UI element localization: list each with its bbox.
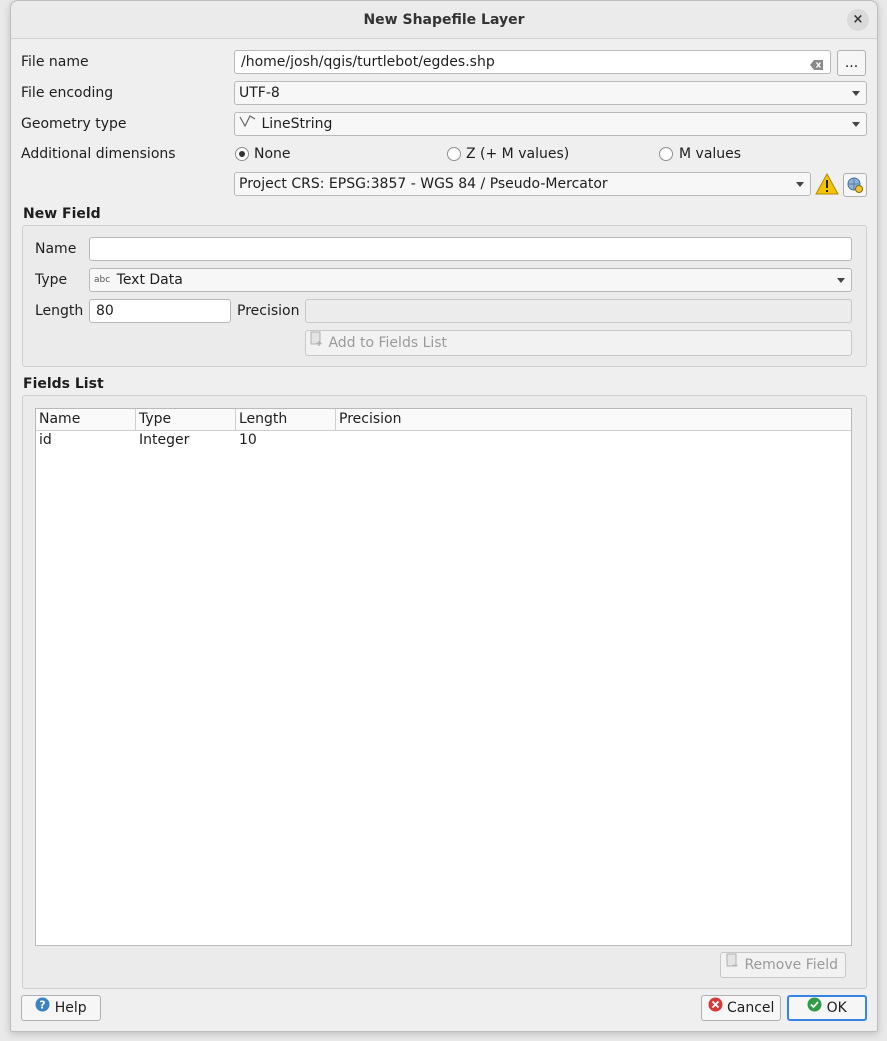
new-shapefile-dialog: New Shapefile Layer × File name /home/jo… bbox=[10, 0, 878, 1032]
chevron-down-icon bbox=[796, 182, 804, 187]
clear-icon[interactable] bbox=[810, 56, 824, 73]
close-button[interactable]: × bbox=[847, 9, 869, 31]
radio-m-values-label: M values bbox=[679, 146, 742, 162]
cancel-label: Cancel bbox=[727, 1000, 775, 1016]
help-icon: ? bbox=[35, 996, 50, 1020]
add-to-fields-list-button[interactable]: Add to Fields List bbox=[305, 330, 852, 356]
field-name-label: Name bbox=[35, 241, 77, 257]
file-encoding-value: UTF-8 bbox=[239, 85, 280, 101]
remove-field-icon bbox=[726, 953, 740, 977]
ok-button[interactable]: OK bbox=[787, 995, 867, 1021]
field-name-input[interactable] bbox=[89, 237, 852, 261]
radio-m-values[interactable] bbox=[659, 147, 673, 161]
crs-value: Project CRS: EPSG:3857 - WGS 84 / Pseudo… bbox=[239, 176, 608, 192]
column-header-name[interactable]: Name bbox=[36, 409, 136, 431]
help-button[interactable]: ? Help bbox=[21, 995, 101, 1021]
add-field-icon bbox=[310, 331, 324, 355]
column-header-length[interactable]: Length bbox=[236, 409, 336, 431]
chevron-down-icon bbox=[852, 91, 860, 96]
field-length-value: 80 bbox=[96, 303, 114, 319]
radio-z-m-values[interactable] bbox=[447, 147, 461, 161]
file-encoding-label: File encoding bbox=[21, 85, 114, 101]
field-type-select[interactable]: abc Text Data bbox=[89, 268, 852, 292]
text-data-icon: abc bbox=[94, 275, 111, 285]
file-name-value: /home/josh/qgis/turtlebot/egdes.shp bbox=[241, 54, 495, 70]
remove-field-button[interactable]: Remove Field bbox=[720, 952, 846, 978]
cancel-icon bbox=[708, 996, 723, 1020]
chevron-down-icon bbox=[852, 122, 860, 127]
file-name-input[interactable]: /home/josh/qgis/turtlebot/egdes.shp bbox=[234, 50, 831, 74]
chevron-down-icon bbox=[837, 278, 845, 283]
additional-dimensions-label: Additional dimensions bbox=[21, 146, 176, 162]
geometry-type-label: Geometry type bbox=[21, 116, 127, 132]
ok-icon bbox=[807, 997, 822, 1019]
linestring-icon bbox=[239, 113, 257, 135]
ok-label: OK bbox=[826, 1000, 847, 1016]
field-length-label: Length bbox=[35, 303, 84, 319]
radio-z-m-values-label: Z (+ M values) bbox=[466, 146, 570, 162]
cell-type: Integer bbox=[139, 432, 190, 448]
title-bar: New Shapefile Layer × bbox=[11, 1, 877, 39]
file-encoding-select[interactable]: UTF-8 bbox=[234, 81, 867, 105]
new-field-title: New Field bbox=[23, 206, 101, 222]
file-name-label: File name bbox=[21, 54, 89, 70]
window-title: New Shapefile Layer bbox=[363, 12, 525, 28]
crs-select[interactable]: Project CRS: EPSG:3857 - WGS 84 / Pseudo… bbox=[234, 172, 811, 196]
cell-length: 10 bbox=[239, 432, 257, 448]
svg-text:?: ? bbox=[40, 999, 46, 1012]
fields-list-title: Fields List bbox=[23, 376, 104, 392]
cancel-button[interactable]: Cancel bbox=[701, 995, 781, 1021]
field-precision-label: Precision bbox=[237, 303, 300, 319]
close-icon: × bbox=[852, 12, 864, 27]
browse-label: ... bbox=[844, 55, 859, 71]
add-to-fields-list-label: Add to Fields List bbox=[328, 335, 448, 351]
field-precision-input[interactable] bbox=[305, 299, 852, 323]
field-type-label: Type bbox=[35, 272, 68, 288]
geometry-type-value: LineString bbox=[261, 116, 333, 132]
fields-table[interactable]: Name Type Length Precision id Integer 10 bbox=[35, 408, 852, 946]
browse-button[interactable]: ... bbox=[837, 50, 866, 76]
warning-icon bbox=[815, 172, 839, 199]
help-label: Help bbox=[54, 1000, 87, 1016]
geometry-type-select[interactable]: LineString bbox=[234, 112, 867, 136]
cell-precision bbox=[336, 430, 436, 450]
radio-none[interactable] bbox=[235, 147, 249, 161]
globe-icon bbox=[847, 177, 863, 197]
column-header-type[interactable]: Type bbox=[136, 409, 236, 431]
cell-name: id bbox=[39, 432, 52, 448]
field-length-input[interactable]: 80 bbox=[89, 299, 231, 323]
column-header-precision[interactable]: Precision bbox=[336, 409, 851, 431]
crs-selector-button[interactable] bbox=[843, 173, 867, 197]
field-type-value: Text Data bbox=[116, 272, 183, 288]
radio-none-label: None bbox=[254, 146, 291, 162]
remove-field-label: Remove Field bbox=[744, 957, 839, 973]
